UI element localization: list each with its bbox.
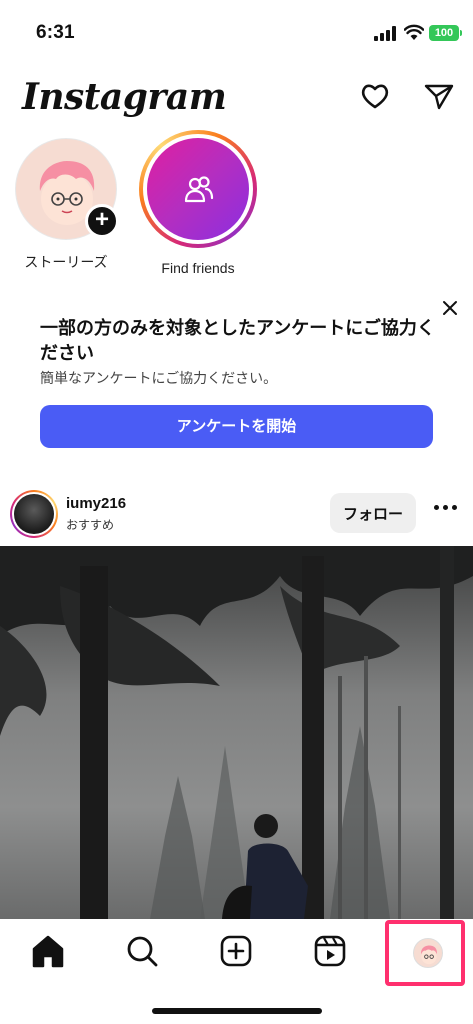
story-ring: [139, 130, 257, 248]
status-bar: 6:31 100: [0, 0, 473, 64]
signal-icon: [374, 26, 398, 41]
profile-avatar[interactable]: [413, 938, 443, 968]
survey-subtitle: 簡単なアンケートにご協力ください。: [40, 370, 278, 386]
profile-tab-highlight[interactable]: [385, 920, 465, 986]
battery-icon: 100: [429, 25, 462, 41]
send-icon[interactable]: [423, 80, 455, 112]
post-header: iumy216 おすすめ フォロー: [0, 480, 473, 546]
avatar-illustration: [421, 945, 438, 965]
close-icon[interactable]: [440, 298, 460, 318]
people-icon: [184, 176, 214, 203]
start-survey-button[interactable]: アンケートを開始: [40, 405, 433, 448]
wifi-icon: [404, 24, 424, 40]
story-label: Find friends: [161, 260, 235, 276]
post-subtitle: おすすめ: [66, 518, 115, 532]
search-icon[interactable]: [122, 931, 162, 971]
story-find-friends[interactable]: Find friends: [133, 130, 263, 276]
add-story-icon[interactable]: +: [85, 204, 119, 238]
app-header: Instagram: [0, 64, 473, 130]
more-options-icon[interactable]: [434, 505, 458, 513]
survey-title: 一部の方のみを対象としたアンケートにご協力ください: [40, 318, 435, 363]
stories-tray: + ストーリーズ Find friends: [0, 130, 473, 280]
follow-button[interactable]: フォロー: [330, 493, 416, 533]
foggy-forest-photo: [0, 546, 473, 919]
reels-icon[interactable]: [310, 931, 350, 971]
story-your-story[interactable]: + ストーリーズ: [1, 130, 131, 272]
survey-card: 一部の方のみを対象としたアンケートにご協力ください 簡単なアンケートにご協力くだ…: [0, 290, 473, 460]
battery-level: 100: [434, 27, 454, 39]
home-indicator: [152, 1008, 322, 1014]
post-avatar[interactable]: [10, 490, 58, 538]
home-icon[interactable]: [28, 931, 68, 971]
create-icon[interactable]: [216, 931, 256, 971]
story-label: ストーリーズ: [24, 254, 108, 270]
post-image[interactable]: [0, 546, 473, 919]
heart-icon[interactable]: [359, 80, 391, 112]
instagram-logo: Instagram: [22, 76, 227, 118]
status-time: 6:31: [36, 22, 75, 43]
bottom-navigation: [0, 919, 473, 1024]
post-username[interactable]: iumy216: [66, 495, 126, 512]
